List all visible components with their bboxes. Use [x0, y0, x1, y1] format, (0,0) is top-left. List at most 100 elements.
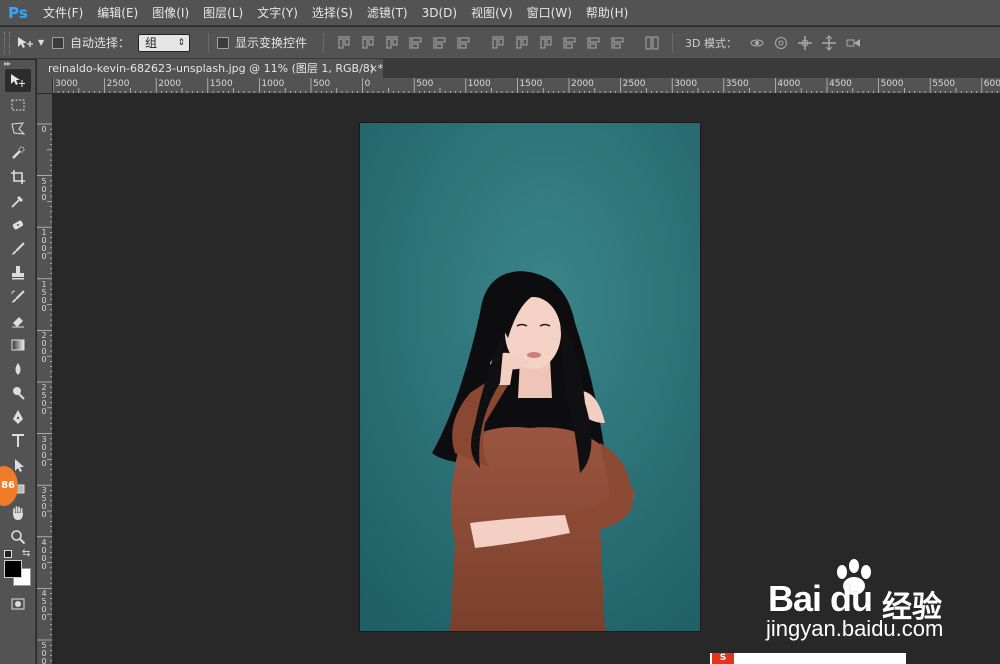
ruler-label: 1500 — [209, 79, 233, 89]
tools-panel-collapse-icon[interactable]: ▸▸ — [0, 60, 35, 68]
ruler-label: 6000 — [983, 79, 1000, 89]
menu-item-1[interactable]: 编辑(E) — [90, 0, 145, 26]
dodge-tool-button[interactable] — [5, 381, 31, 404]
scale-3d-icon[interactable] — [845, 35, 861, 51]
move-tool-icon — [11, 73, 25, 87]
options-bar: ▼ 自动选择： 组 ⇕ 显示变换控件 3D 模式： — [0, 27, 1000, 59]
ruler-label: 5000 — [41, 641, 47, 664]
slide-3d-icon[interactable] — [821, 34, 837, 51]
healing-brush-tool-button[interactable] — [5, 213, 31, 236]
menu-item-0[interactable]: 文件(F) — [36, 0, 90, 26]
history-brush-tool-button[interactable] — [5, 285, 31, 308]
align-right-edges-icon[interactable] — [456, 35, 472, 51]
ruler-label: 4500 — [41, 589, 47, 623]
ruler-label: 5500 — [932, 79, 956, 89]
align-bottom-edges-icon[interactable] — [384, 35, 400, 51]
swap-colors-icon[interactable]: ⇆ — [22, 548, 30, 559]
rectangular-marquee-icon — [11, 99, 25, 110]
close-tab-icon[interactable]: × — [369, 59, 378, 78]
align-horizontal-centers-icon[interactable] — [432, 35, 448, 51]
pen-tool-button[interactable] — [5, 405, 31, 428]
auto-select-value: 组 — [145, 35, 158, 50]
distribute-left-edges-icon[interactable] — [562, 35, 578, 51]
ruler-corner — [37, 78, 53, 94]
show-transform-checkbox[interactable] — [217, 36, 230, 49]
options-bar-grip[interactable] — [4, 31, 10, 54]
chevron-down-icon: ▼ — [38, 38, 45, 47]
ruler-label: 1000 — [261, 79, 285, 89]
distribute-top-edges-icon[interactable] — [490, 35, 506, 51]
ruler-label: 4000 — [777, 79, 801, 89]
auto-align-layers-icon[interactable] — [644, 35, 660, 51]
move-tool-icon — [18, 36, 33, 48]
menu-item-8[interactable]: 视图(V) — [464, 0, 520, 26]
document-tab[interactable]: reinaldo-kevin-682623-unsplash.jpg @ 11%… — [37, 59, 383, 78]
distribute-bottom-edges-icon[interactable] — [538, 35, 554, 51]
eraser-tool-button[interactable] — [5, 309, 31, 332]
foreground-color-swatch[interactable] — [4, 560, 22, 578]
brush-tool-button[interactable] — [5, 237, 31, 260]
type-tool-button[interactable] — [5, 429, 31, 452]
clone-stamp-tool-button[interactable] — [5, 261, 31, 284]
ruler-label: 3000 — [674, 79, 698, 89]
vertical-ruler[interactable]: 0 500 1000 1500 2000 2500 3000 3500 4000 4500 5000 — [37, 94, 53, 664]
menu-item-10[interactable]: 帮助(H) — [579, 0, 635, 26]
document-image[interactable] — [360, 123, 700, 631]
lasso-tool-button[interactable] — [5, 117, 31, 140]
distribute-right-edges-icon[interactable] — [610, 35, 626, 51]
rotate-3d-icon[interactable] — [749, 35, 765, 51]
history-brush-icon — [11, 289, 25, 303]
dodge-icon — [13, 386, 25, 400]
distribute-vertical-centers-icon[interactable] — [514, 35, 530, 51]
ruler-label: 1500 — [519, 79, 543, 89]
crop-icon — [11, 169, 25, 184]
tool-preset-picker[interactable]: ▼ — [16, 35, 52, 51]
menu-item-5[interactable]: 选择(S) — [305, 0, 360, 26]
watermark-url: jingyan.baidu.com — [766, 616, 944, 641]
eyedropper-icon — [11, 195, 23, 208]
polygonal-lasso-icon — [11, 121, 26, 135]
menu-item-9[interactable]: 窗口(W) — [520, 0, 579, 26]
auto-select-label: 自动选择： — [70, 36, 131, 50]
roll-3d-icon[interactable] — [773, 35, 789, 51]
ruler-label: 2500 — [106, 79, 130, 89]
menu-item-7[interactable]: 3D(D) — [415, 0, 464, 26]
ruler-label: 3500 — [725, 79, 749, 89]
quick-mask-button[interactable] — [5, 592, 31, 615]
eyedropper-tool-button[interactable] — [5, 189, 31, 212]
ruler-label: 500 — [416, 79, 434, 89]
ruler-label: 4000 — [41, 537, 47, 571]
menu-item-6[interactable]: 滤镜(T) — [360, 0, 415, 26]
auto-select-checkbox[interactable] — [52, 36, 64, 49]
gradient-tool-button[interactable] — [5, 333, 31, 356]
default-colors-icon[interactable] — [4, 550, 12, 558]
distribute-horizontal-centers-icon[interactable] — [586, 35, 602, 51]
align-top-edges-icon[interactable] — [336, 35, 352, 51]
separator — [208, 32, 210, 53]
quick-selection-tool-button[interactable] — [5, 141, 31, 164]
pan-3d-icon[interactable] — [797, 35, 813, 51]
ruler-label: 500 — [41, 176, 47, 202]
photoshop-logo[interactable]: Ps — [0, 0, 36, 26]
auto-select-dropdown[interactable]: 组 ⇕ — [138, 33, 191, 52]
portrait-photo — [360, 123, 700, 631]
menu-item-2[interactable]: 图像(I) — [145, 0, 196, 26]
ime-toolbar: S — [710, 653, 906, 664]
ruler-label: 4500 — [829, 79, 852, 89]
blur-tool-button[interactable] — [5, 357, 31, 380]
menu-item-4[interactable]: 文字(Y) — [250, 0, 305, 26]
zoom-tool-button[interactable] — [5, 525, 31, 548]
clone-stamp-icon — [12, 265, 24, 279]
ruler-label: 5000 — [880, 79, 904, 89]
ruler-label: 3000 — [55, 79, 78, 89]
gradient-icon — [11, 339, 25, 350]
marquee-tool-button[interactable] — [5, 93, 31, 116]
crop-tool-button[interactable] — [5, 165, 31, 188]
sogou-ime-icon[interactable]: S — [712, 653, 734, 664]
menu-item-3[interactable]: 图层(L) — [196, 0, 250, 26]
align-left-edges-icon[interactable] — [408, 35, 424, 51]
move-tool-button[interactable] — [5, 69, 31, 92]
horizontal-ruler[interactable]: 3000 2500 2000 1500 1000 500 0 500 1000 1500 2000 2… — [37, 78, 1000, 94]
align-vertical-centers-icon[interactable] — [360, 35, 376, 51]
ruler-label: 0 — [364, 79, 371, 89]
